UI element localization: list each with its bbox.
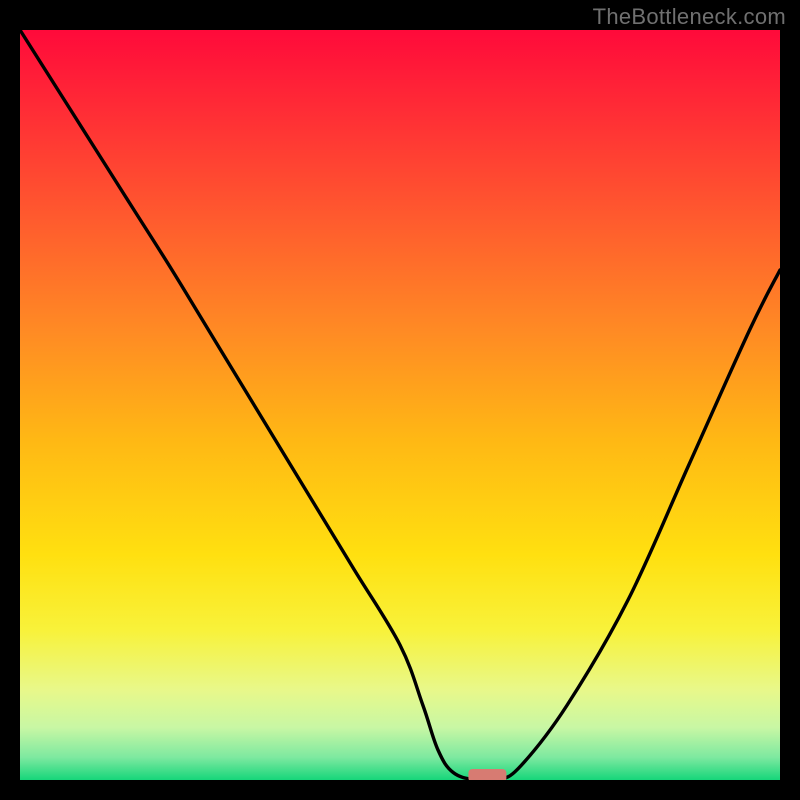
watermark-text: TheBottleneck.com <box>593 4 786 30</box>
chart-frame: TheBottleneck.com <box>0 0 800 800</box>
optimal-marker <box>468 769 506 780</box>
chart-svg <box>20 30 780 780</box>
plot-area <box>20 30 780 780</box>
gradient-background <box>20 30 780 780</box>
